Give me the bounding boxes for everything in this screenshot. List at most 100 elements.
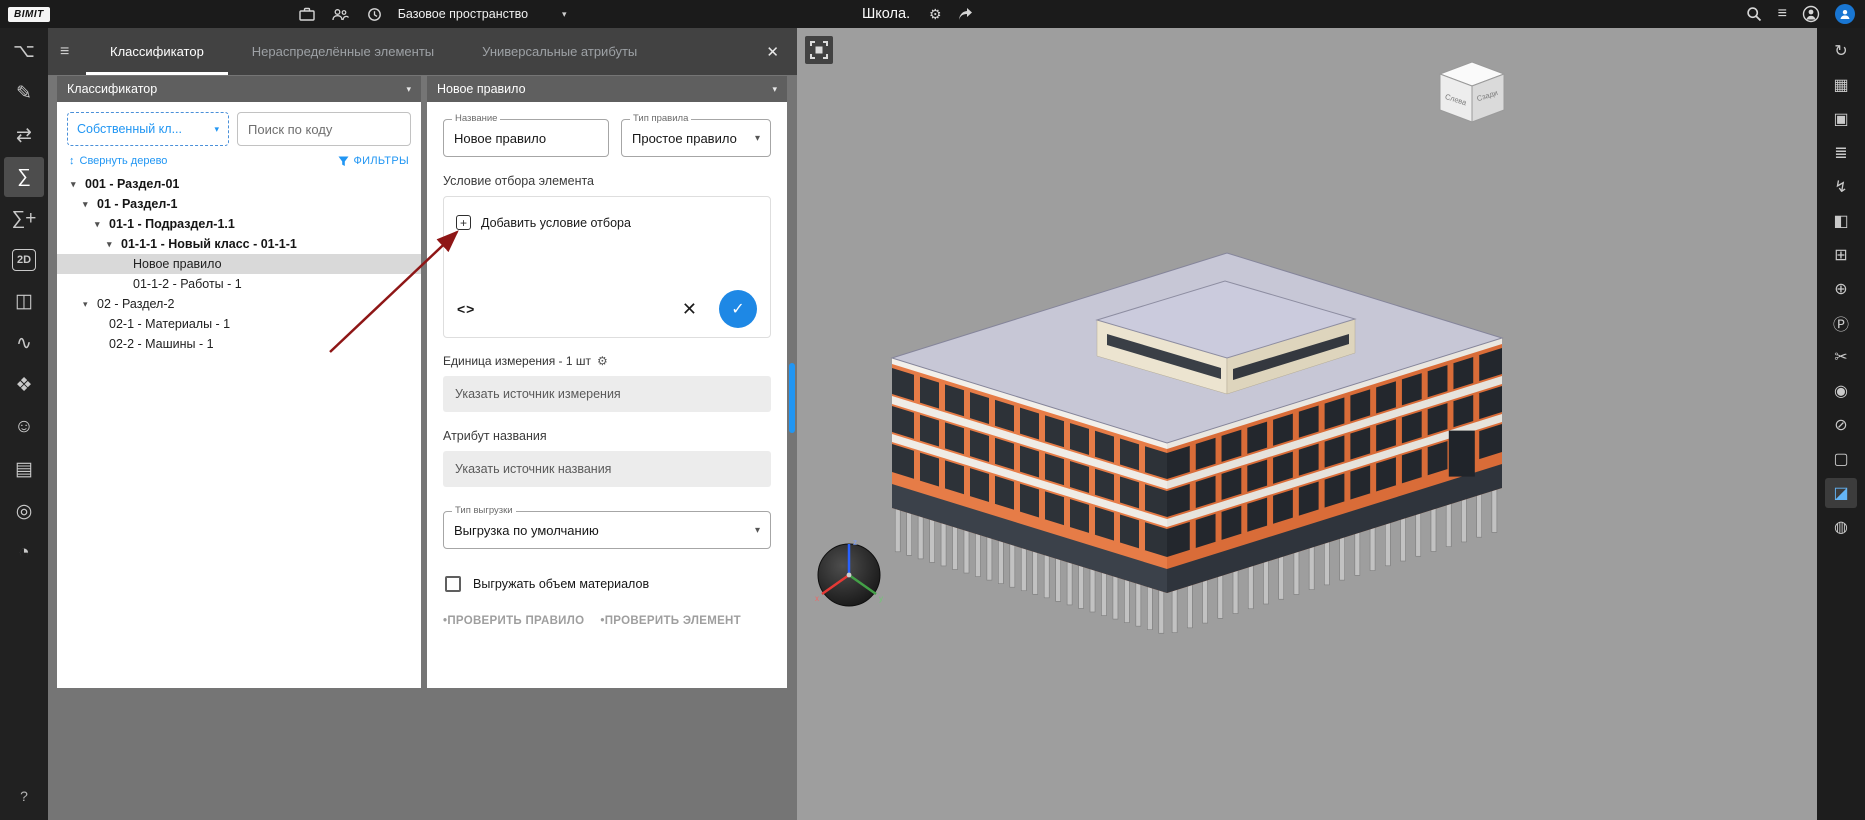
dashboard-gauge-icon[interactable]: ◔ [4,533,44,573]
app-logo[interactable]: BIMIT [8,6,50,22]
section-cut-icon[interactable]: ✂ [1825,342,1857,372]
rule-actions: •ПРОВЕРИТЬ ПРАВИЛО •ПРОВЕРИТЬ ЭЛЕМЕНТ [443,615,771,627]
tree-item[interactable]: ▾ 01 - Раздел-1 [57,194,421,214]
classifier-panel-header[interactable]: Классификатор ▾ [57,76,421,102]
tree-item[interactable]: ▾ 01-1 - Подраздел-1.1 [57,214,421,234]
workspace-selector[interactable]: Базовое пространство ▾ [398,7,567,21]
unit-row: Единица измерения - 1 шт ⚙ [443,354,771,368]
gear-icon[interactable]: ⚙ [929,6,942,23]
unit-source-input[interactable]: Указать источник измерения [443,376,771,412]
plugins-icon[interactable]: ❖ [4,365,44,405]
tree-item[interactable]: ▾ 01-1-1 - Новый класс - 01-1-1 [57,234,421,254]
tab-unassigned-elements[interactable]: Нераспределённые элементы [228,28,458,75]
hide-icon[interactable]: ⊘ [1825,410,1857,440]
check-rule-button[interactable]: •ПРОВЕРИТЬ ПРАВИЛО [443,615,584,627]
viewport-3d[interactable]: Слева Сзади z x y [797,28,1817,820]
rule-panel-header[interactable]: Новое правило ▾ [427,76,787,102]
grid-icon[interactable]: ⊞ [1825,240,1857,270]
check-element-button[interactable]: •ПРОВЕРИТЬ ЭЛЕМЕНТ [600,615,741,627]
topbar-tools [298,5,384,23]
model-view-icon[interactable]: ◪ [1825,478,1857,508]
focus-selection-button[interactable] [805,36,833,64]
plan-mode-icon[interactable]: Ⓟ [1825,308,1857,338]
cancel-condition-button[interactable]: ✕ [682,299,697,320]
navigation-gizmo[interactable]: z x y [807,533,891,617]
close-icon[interactable]: ✕ [766,43,779,61]
panel-tabstrip: ≡ Классификатор Нераспределённые элемент… [48,28,797,75]
code-search-field[interactable] [237,112,411,146]
drawings-2d-icon[interactable]: 2D [12,249,36,271]
materials-checkbox-label: Выгружать объем материалов [473,577,650,591]
classifier-icon[interactable]: ∑ [4,157,44,197]
help-icon[interactable]: ? [12,784,36,808]
left-toolbar: ⌥ ✎ ⇄ ∑ ∑+ 2D ◫ ∿ ❖ ☺ ▤ ◎ ◔ ? [0,28,48,820]
sync-view-icon[interactable]: ↻ [1825,36,1857,66]
tree-item[interactable]: 02-2 - Машины - 1 [57,334,421,354]
history-icon[interactable] [366,5,384,23]
tree-expand-icon[interactable]: ▾ [107,239,121,250]
confirm-condition-button[interactable]: ✓ [719,290,757,328]
tab-universal-attributes[interactable]: Универсальные атрибуты [458,28,661,75]
topbar: BIMIT Базовое пространство ▾ Школа. ⚙ ≡ [0,0,1865,28]
panel-collapse-icon[interactable]: ≡ [60,43,86,61]
clip-plane-icon[interactable]: ◧ [1825,206,1857,236]
attr-section-title: Атрибут названия [443,429,547,443]
tab-classifier[interactable]: Классификатор [86,28,228,75]
account-icon[interactable] [1802,5,1820,23]
relations-icon[interactable]: ⇄ [4,115,44,155]
tree-item[interactable]: Новое правило [57,254,421,274]
tree-expand-icon[interactable]: ▾ [83,199,97,210]
tree-item[interactable]: 02-1 - Материалы - 1 [57,314,421,334]
viewpoints-icon[interactable]: ▣ [1825,104,1857,134]
scrollbar-thumb[interactable] [789,363,795,433]
add-condition-button[interactable]: + Добавить условие отбора [456,215,631,230]
show-icon[interactable]: ◉ [1825,376,1857,406]
view-cube[interactable]: Слева Сзади [1432,58,1512,128]
tree-item-label: 02-1 - Материалы - 1 [109,317,231,331]
quick-tools-icon[interactable]: ↯ [1825,172,1857,202]
levels-icon[interactable]: ≣ [1825,138,1857,168]
chevron-down-icon: ▾ [562,8,567,19]
export-type-select[interactable]: Тип выгрузки Выгрузка по умолчанию ▾ [443,506,771,549]
center-focus-icon[interactable]: ⊕ [1825,274,1857,304]
tree-item[interactable]: ▾ 001 - Раздел-01 [57,174,421,194]
search-icon[interactable] [1745,5,1763,23]
share-icon[interactable] [956,5,974,23]
shared-folder-icon[interactable]: ▤ [4,449,44,489]
classifier-add-icon[interactable]: ∑+ [4,199,44,239]
select-tool-icon[interactable]: ✎ [4,73,44,113]
menu-icon[interactable]: ≡ [1778,5,1787,23]
appearance-icon[interactable]: ◍ [1825,512,1857,542]
tree-item[interactable]: ▾ 02 - Раздел-2 [57,294,421,314]
workspace-label: Базовое пространство [397,7,529,21]
name-source-input[interactable]: Указать источник названия [443,451,771,487]
section-box-icon[interactable]: ▦ [1825,70,1857,100]
tree-expand-icon[interactable]: ▾ [95,219,109,230]
own-classifier-dropdown[interactable]: Собственный кл... ▾ [67,112,229,146]
team-icon[interactable] [332,5,350,23]
filters-button[interactable]: ФИЛЬТРЫ [338,155,410,167]
topbar-right: ≡ [1745,4,1855,24]
add-condition-label: Добавить условие отбора [481,215,631,230]
briefcase-icon[interactable] [298,5,316,23]
tree-expand-icon[interactable]: ▾ [71,179,85,190]
tree-item[interactable]: 01-1-2 - Работы - 1 [57,274,421,294]
tree-item-label: 01 - Раздел-1 [97,197,178,211]
materials-checkbox[interactable] [445,576,461,592]
code-editor-button[interactable]: <> [457,301,475,317]
profile-icon[interactable] [1835,4,1855,24]
materials-checkbox-row: Выгружать объем материалов [443,576,771,592]
charts-icon[interactable]: ∿ [4,323,44,363]
building-model[interactable] [797,28,1817,820]
users-icon[interactable]: ☺ [4,407,44,447]
structure-tree-icon[interactable]: ⌥ [4,31,44,71]
hierarchy-icon[interactable]: ◫ [4,281,44,321]
rule-name-field[interactable]: Название Новое правило [443,114,609,157]
unit-settings-gear-icon[interactable]: ⚙ [597,354,608,368]
tree-expand-icon[interactable]: ▾ [83,299,97,310]
rule-type-select[interactable]: Тип правила Простое правило ▾ [621,114,771,157]
isolate-icon[interactable]: ▢ [1825,444,1857,474]
collapse-tree-button[interactable]: ↕ Свернуть дерево [69,155,167,167]
code-search-input[interactable] [248,113,400,145]
user-location-icon[interactable]: ◎ [4,491,44,531]
